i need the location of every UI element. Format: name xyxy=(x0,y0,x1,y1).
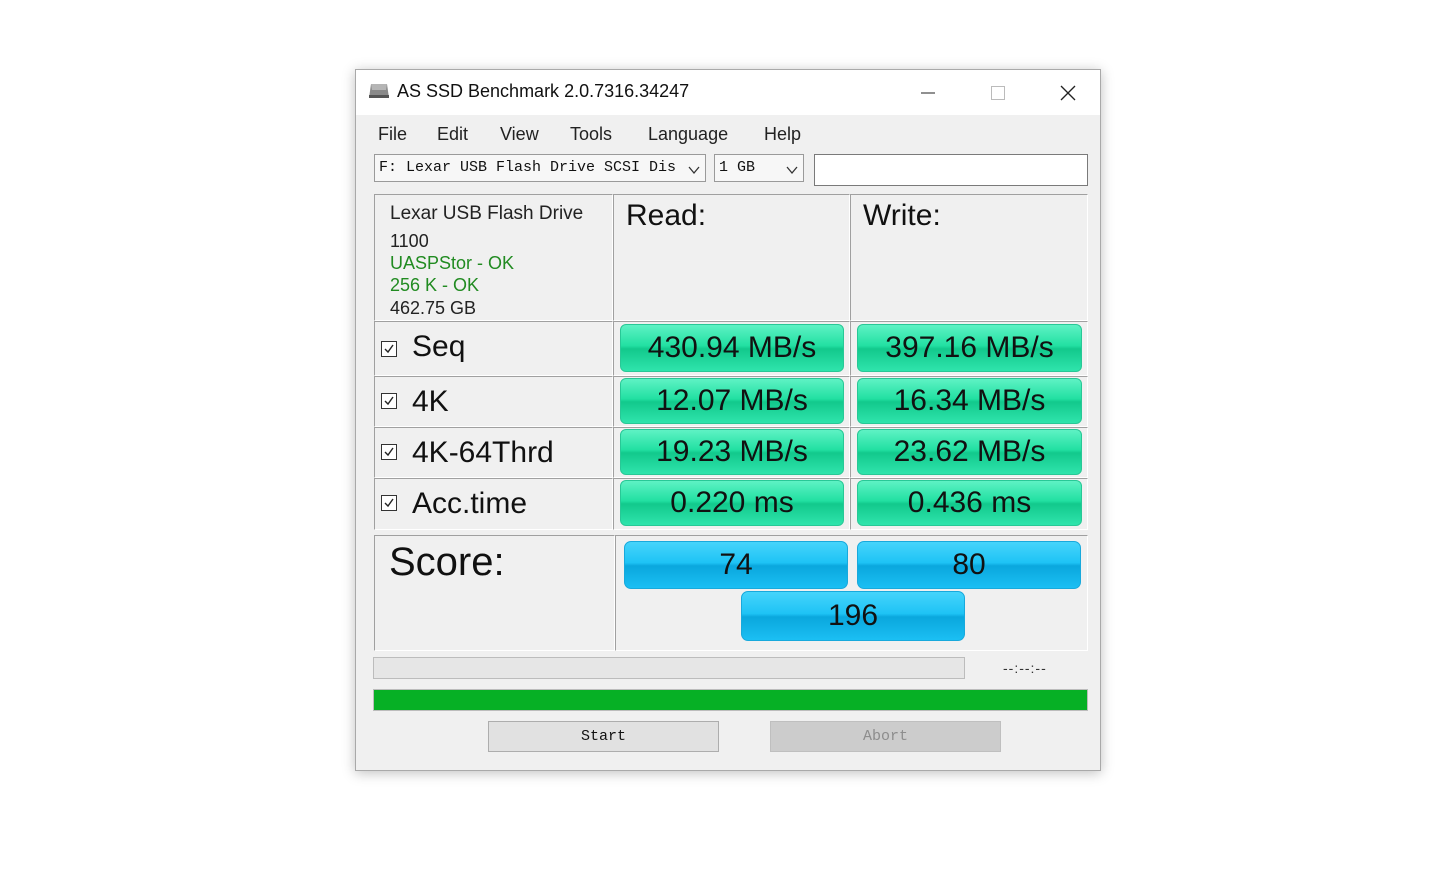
seq-read-cell: 430.94 MB/s xyxy=(613,321,850,376)
abort-button[interactable]: Abort xyxy=(770,721,1001,752)
4k-checkbox[interactable] xyxy=(381,393,397,409)
read-header: Read: xyxy=(626,199,707,232)
drive-firmware: 1100 xyxy=(390,231,429,251)
current-progress-bar xyxy=(373,657,965,679)
score-read: 74 xyxy=(624,541,848,589)
title-bar[interactable]: AS SSD Benchmark 2.0.7316.34247 xyxy=(356,70,1100,115)
menu-file[interactable]: File xyxy=(378,124,407,145)
chevron-down-icon xyxy=(687,161,701,175)
read-header-cell: Read: xyxy=(613,194,850,321)
score-label: Score: xyxy=(389,540,505,584)
drive-select-value: F: Lexar USB Flash Drive SCSI Dis xyxy=(379,159,677,176)
seq-write-result: 397.16 MB/s xyxy=(857,324,1082,372)
drive-capacity: 462.75 GB xyxy=(390,298,477,318)
menu-tools[interactable]: Tools xyxy=(570,124,612,145)
menu-help[interactable]: Help xyxy=(764,124,801,145)
elapsed-time: --:--:-- xyxy=(1003,660,1047,676)
chevron-down-icon xyxy=(785,161,799,175)
menu-view[interactable]: View xyxy=(500,124,539,145)
4k64-checkbox[interactable] xyxy=(381,444,397,460)
score-total: 196 xyxy=(741,591,965,641)
write-header-cell: Write: xyxy=(850,194,1088,321)
row-seq-label[interactable]: Seq xyxy=(374,321,613,376)
4k-read-cell: 12.07 MB/s xyxy=(613,376,850,427)
alignment-status: 256 K - OK xyxy=(390,275,480,295)
drive-name: Lexar USB Flash Drive xyxy=(390,203,584,224)
maximize-icon xyxy=(991,85,1005,100)
as-ssd-window: AS SSD Benchmark 2.0.7316.34247 File Edi… xyxy=(355,69,1101,771)
row-acctime-label[interactable]: Acc.time xyxy=(374,478,613,530)
check-icon xyxy=(384,447,394,457)
4k64-read-cell: 19.23 MB/s xyxy=(613,427,850,478)
acctime-read-cell: 0.220 ms xyxy=(613,478,850,530)
seq-label: Seq xyxy=(412,330,466,363)
start-button[interactable]: Start xyxy=(488,721,719,752)
row-4k-label[interactable]: 4K xyxy=(374,376,613,427)
4k-write-result: 16.34 MB/s xyxy=(857,378,1082,424)
close-button[interactable] xyxy=(1033,70,1103,115)
check-icon xyxy=(384,344,394,354)
4k64-write-cell: 23.62 MB/s xyxy=(850,427,1088,478)
acctime-write-cell: 0.436 ms xyxy=(850,478,1088,530)
size-select-value: 1 GB xyxy=(719,159,756,176)
4k64-read-result: 19.23 MB/s xyxy=(620,429,844,475)
row-4k64-label[interactable]: 4K-64Thrd xyxy=(374,427,613,478)
driver-status: UASPStor - OK xyxy=(390,253,515,273)
seq-read-result: 430.94 MB/s xyxy=(620,324,844,372)
4k64-label: 4K-64Thrd xyxy=(412,436,554,469)
drive-app-icon xyxy=(368,82,390,100)
seq-write-cell: 397.16 MB/s xyxy=(850,321,1088,376)
check-icon xyxy=(384,498,394,508)
menu-edit[interactable]: Edit xyxy=(437,124,468,145)
menu-language[interactable]: Language xyxy=(648,124,728,145)
4k-write-cell: 16.34 MB/s xyxy=(850,376,1088,427)
write-header: Write: xyxy=(863,199,941,232)
check-icon xyxy=(384,396,394,406)
minimize-button[interactable] xyxy=(893,70,963,115)
acctime-write-result: 0.436 ms xyxy=(857,480,1082,526)
overall-progress-bar xyxy=(373,689,1088,711)
drive-info-panel: Lexar USB Flash Drive 1100 UASPStor - OK… xyxy=(374,194,613,321)
acctime-checkbox[interactable] xyxy=(381,495,397,511)
score-values-cell: 74 80 196 xyxy=(615,535,1088,651)
4k-read-result: 12.07 MB/s xyxy=(620,378,844,424)
menu-bar: File Edit View Tools Language Help xyxy=(356,117,1100,153)
size-select[interactable]: 1 GB xyxy=(714,154,804,182)
4k-label: 4K xyxy=(412,385,449,418)
drive-select[interactable]: F: Lexar USB Flash Drive SCSI Dis xyxy=(374,154,706,182)
result-name-input[interactable] xyxy=(814,154,1088,186)
acctime-read-result: 0.220 ms xyxy=(620,480,844,526)
minimize-icon xyxy=(921,92,935,93)
score-label-cell: Score: xyxy=(374,535,615,651)
acctime-label: Acc.time xyxy=(412,487,528,520)
score-write: 80 xyxy=(857,541,1081,589)
close-icon xyxy=(1060,85,1076,100)
seq-checkbox[interactable] xyxy=(381,341,397,357)
window-title: AS SSD Benchmark 2.0.7316.34247 xyxy=(397,81,690,101)
4k64-write-result: 23.62 MB/s xyxy=(857,429,1082,475)
maximize-button[interactable] xyxy=(963,70,1033,115)
